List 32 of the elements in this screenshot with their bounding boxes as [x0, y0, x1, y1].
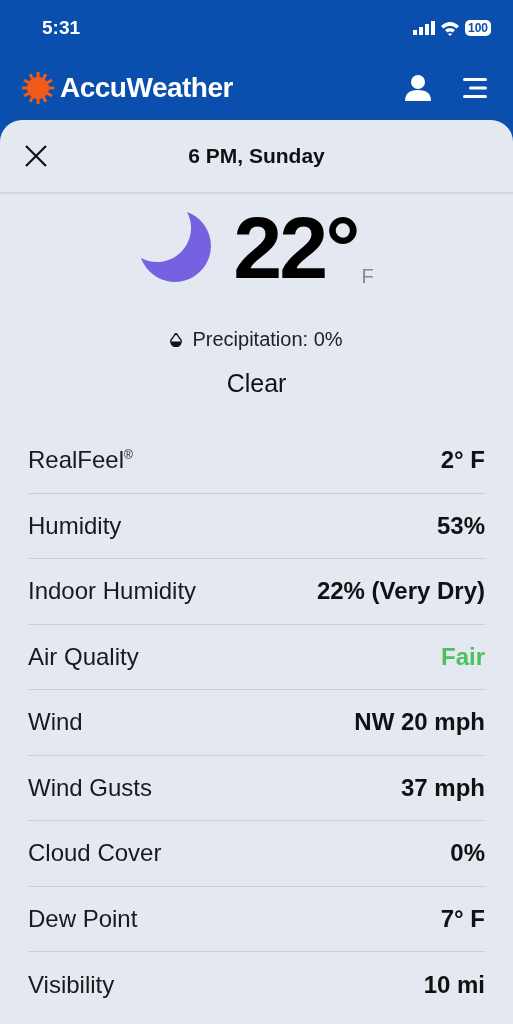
- detail-value: 0%: [450, 839, 485, 868]
- user-icon[interactable]: [405, 75, 431, 101]
- detail-label: Cloud Cover: [28, 839, 162, 868]
- detail-label: RealFeel$^{®}$: [28, 446, 133, 475]
- detail-label: Visibility: [28, 970, 115, 999]
- detail-value: 7° F: [440, 904, 485, 933]
- sun-logo-icon: [22, 72, 54, 104]
- detail-value: 53%: [436, 511, 485, 540]
- detail-value: Fair: [441, 642, 485, 671]
- detail-label: Indoor Humidity: [28, 577, 197, 606]
- detail-value: 10 mi: [423, 970, 485, 999]
- drop-icon: [170, 332, 183, 347]
- battery-level: 100: [464, 20, 491, 36]
- detail-value: NW 20 mph: [354, 708, 485, 737]
- temperature-unit: F: [361, 265, 374, 288]
- brand-logo: AccuWeather: [60, 72, 233, 104]
- detail-value: 37 mph: [400, 773, 485, 802]
- detail-value: 2° F: [440, 446, 485, 475]
- detail-label: Air Quality: [28, 642, 139, 671]
- detail-label: Humidity: [28, 511, 122, 540]
- status-time: 5:31: [42, 17, 81, 39]
- precipitation-text: Precipitation: 0%: [192, 328, 343, 351]
- detail-value: 22% (Very Dry): [316, 577, 485, 606]
- temperature: 22°: [233, 204, 358, 292]
- detail-label: Wind: [28, 708, 83, 737]
- detail-label: Wind Gusts: [28, 773, 153, 802]
- condition-text: Clear: [226, 369, 287, 398]
- sheet-title: 6 PM, Sunday: [188, 144, 325, 168]
- menu-icon[interactable]: [463, 78, 487, 98]
- detail-label: Dew Point: [28, 904, 138, 933]
- signal-icon: [412, 21, 435, 35]
- wifi-icon: [439, 20, 460, 36]
